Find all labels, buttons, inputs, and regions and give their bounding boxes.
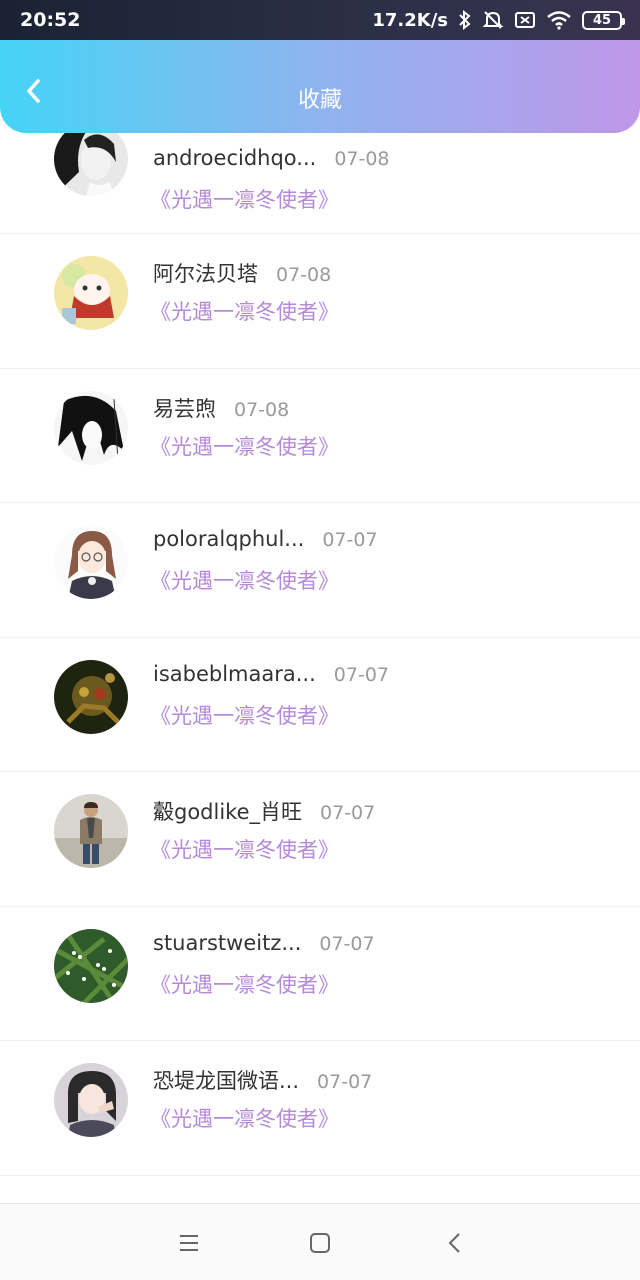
favorites-list: androecidhqo... 07-08 《光遇一凛冬使者》 阿尔法贝塔 07… xyxy=(0,118,640,1176)
avatar[interactable] xyxy=(54,1063,128,1137)
bluetooth-icon xyxy=(458,10,472,30)
list-item[interactable]: poloralqphul... 07-07 《光遇一凛冬使者》 xyxy=(0,503,640,638)
battery-level: 45 xyxy=(592,12,612,28)
status-time: 20:52 xyxy=(20,9,81,31)
avatar[interactable] xyxy=(54,794,128,868)
work-title[interactable]: 《光遇一凛冬使者》 xyxy=(150,969,339,999)
home-square-icon xyxy=(310,1233,330,1253)
work-title[interactable]: 《光遇一凛冬使者》 xyxy=(150,834,339,864)
name-row: 阿尔法贝塔 07-08 xyxy=(153,258,331,288)
name-row: stuarstweitz... 07-07 xyxy=(153,931,375,955)
date: 07-08 xyxy=(334,148,390,170)
user-name[interactable]: androecidhqo... xyxy=(153,146,316,170)
mute-icon xyxy=(482,9,504,31)
name-row: 觳godlike_肖旺 07-07 xyxy=(153,796,375,826)
status-indicators: 17.2K/s 45 xyxy=(372,9,625,31)
user-name[interactable]: 阿尔法贝塔 xyxy=(153,258,258,288)
date: 07-08 xyxy=(276,264,332,286)
avatar[interactable] xyxy=(54,122,128,196)
list-item[interactable]: androecidhqo... 07-08 《光遇一凛冬使者》 xyxy=(0,118,640,234)
date: 07-07 xyxy=(317,1071,373,1093)
user-name[interactable]: 恐堤龙国微语... xyxy=(153,1065,299,1095)
menu-icon xyxy=(180,1235,198,1251)
wifi-icon xyxy=(546,10,572,30)
list-item[interactable]: 阿尔法贝塔 07-08 《光遇一凛冬使者》 xyxy=(0,234,640,369)
list-item[interactable]: 易芸煦 07-08 《光遇一凛冬使者》 xyxy=(0,369,640,503)
net-speed: 17.2K/s xyxy=(372,9,448,31)
date: 07-07 xyxy=(322,529,378,551)
name-row: androecidhqo... 07-08 xyxy=(153,146,390,170)
date: 07-07 xyxy=(333,663,389,686)
home-button[interactable] xyxy=(307,1230,333,1256)
back-triangle-icon xyxy=(448,1233,460,1253)
avatar[interactable] xyxy=(54,928,128,1003)
work-title[interactable]: 《光遇一凛冬使者》 xyxy=(150,565,339,595)
avatar[interactable] xyxy=(54,256,128,330)
user-name[interactable]: poloralqphul... xyxy=(153,527,304,551)
app-header: 收藏 xyxy=(0,40,640,133)
list-item[interactable]: isabeblmaara... 07-07 《光遇一凛冬使者》 xyxy=(0,638,640,772)
nav-back-button[interactable] xyxy=(442,1230,468,1256)
date: 07-08 xyxy=(234,398,290,421)
page-title: 收藏 xyxy=(297,88,342,113)
user-name[interactable]: 觳godlike_肖旺 xyxy=(153,796,302,826)
status-bar: 20:52 17.2K/s 45 xyxy=(0,0,640,40)
user-name[interactable]: isabeblmaara... xyxy=(153,662,316,686)
avatar[interactable] xyxy=(54,659,128,734)
user-name[interactable]: 易芸煦 xyxy=(153,393,216,423)
battery-icon: 45 xyxy=(582,10,625,30)
work-title[interactable]: 《光遇一凛冬使者》 xyxy=(150,184,339,214)
list-item[interactable]: 恐堤龙国微语... 07-07 《光遇一凛冬使者》 xyxy=(0,1041,640,1176)
list-item[interactable]: stuarstweitz... 07-07 《光遇一凛冬使者》 xyxy=(0,907,640,1041)
work-title[interactable]: 《光遇一凛冬使者》 xyxy=(150,1103,339,1133)
system-nav-bar xyxy=(0,1203,640,1280)
name-row: poloralqphul... 07-07 xyxy=(153,527,378,551)
avatar[interactable] xyxy=(54,390,128,465)
work-title[interactable]: 《光遇一凛冬使者》 xyxy=(150,431,339,461)
sim-off-icon xyxy=(514,11,536,29)
list-item[interactable]: 觳godlike_肖旺 07-07 《光遇一凛冬使者》 xyxy=(0,772,640,907)
name-row: 易芸煦 07-08 xyxy=(153,393,289,423)
date: 07-07 xyxy=(319,932,375,955)
menu-button[interactable] xyxy=(176,1230,202,1256)
user-name[interactable]: stuarstweitz... xyxy=(153,931,301,955)
name-row: 恐堤龙国微语... 07-07 xyxy=(153,1065,372,1095)
date: 07-07 xyxy=(320,802,376,824)
avatar[interactable] xyxy=(54,525,128,599)
work-title[interactable]: 《光遇一凛冬使者》 xyxy=(150,296,339,326)
work-title[interactable]: 《光遇一凛冬使者》 xyxy=(150,700,339,730)
name-row: isabeblmaara... 07-07 xyxy=(153,662,389,686)
